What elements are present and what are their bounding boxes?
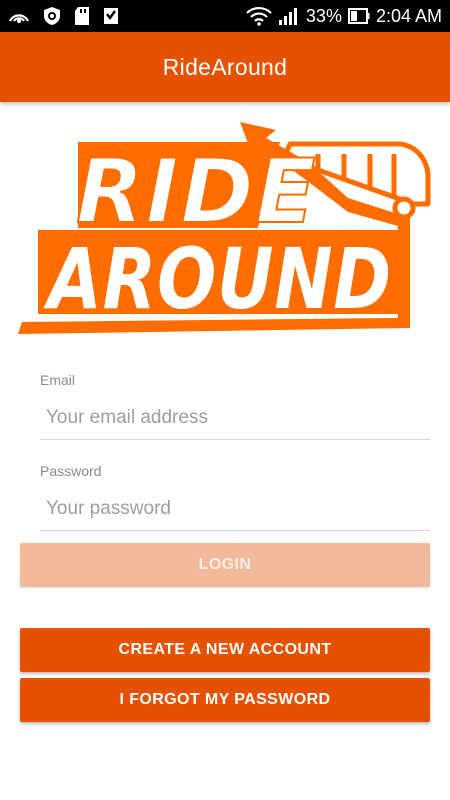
email-field[interactable] [40,396,430,440]
app-title: RideAround [162,53,288,80]
ridearound-logo: RIDE AROUND [18,118,432,340]
password-label: Password [40,463,102,479]
app-bar: RideAround [0,32,450,102]
battery-percent: 33% [305,5,342,26]
forgot-password-button[interactable]: I FORGOT MY PASSWORD [20,678,430,722]
create-account-button[interactable]: CREATE A NEW ACCOUNT [20,628,430,672]
shield-icon [42,6,62,26]
clock: 2:04 AM [375,5,442,26]
download-icon [102,6,120,26]
logo-text-around: AROUND [43,230,392,328]
hotspot-icon [8,7,30,25]
sd-card-icon [74,6,90,26]
wifi-icon [246,6,272,26]
battery-icon [347,7,370,25]
password-field[interactable] [40,487,430,531]
status-bar: 33% 2:04 AM [0,0,450,32]
logo-text-ride: RIDE [76,140,318,243]
signal-icon [278,6,300,26]
login-button[interactable]: LOGIN [20,543,430,587]
email-label: Email [40,372,76,388]
